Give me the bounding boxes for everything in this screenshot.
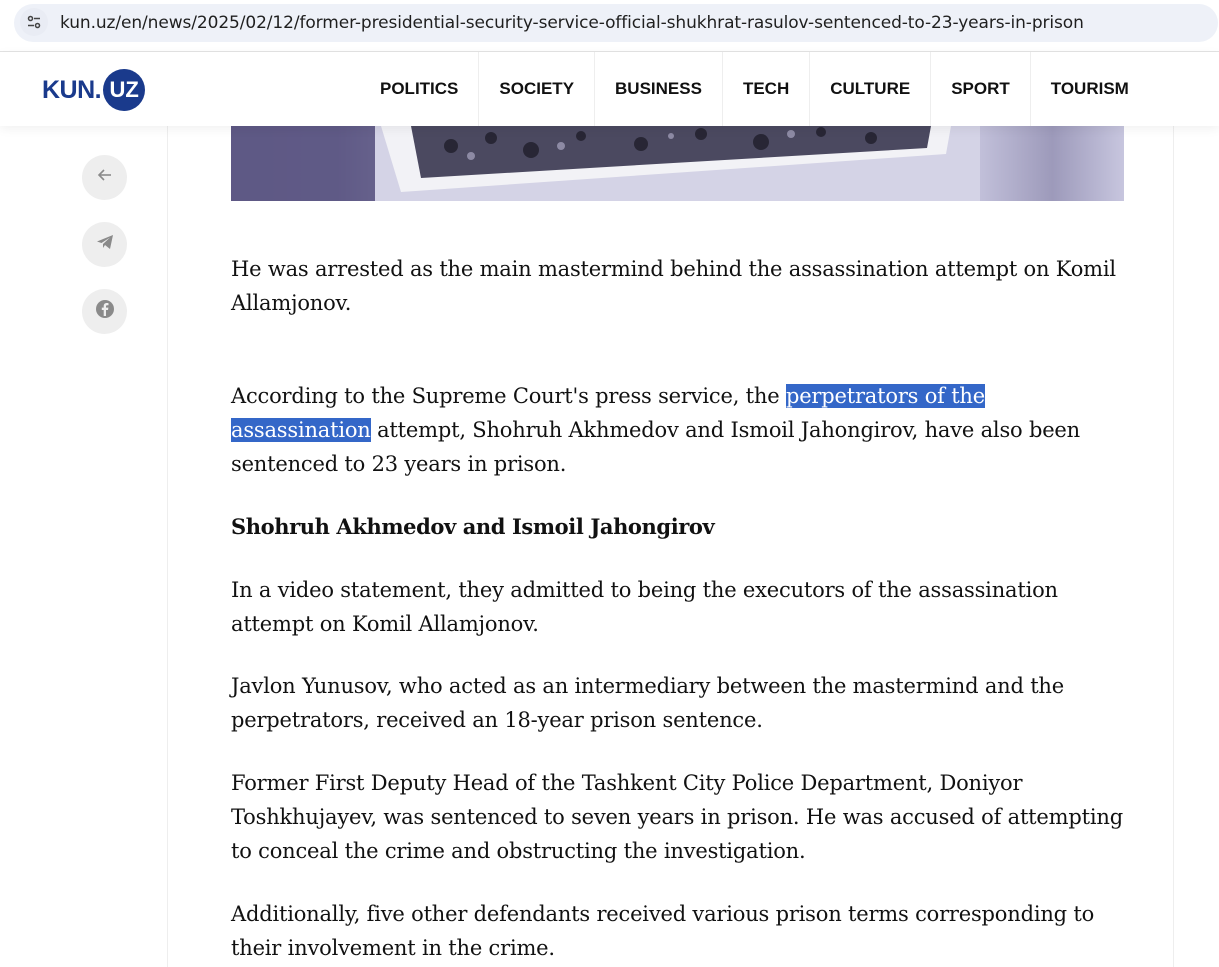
paragraph-2-before: According to the Supreme Court's press s…: [231, 384, 786, 408]
telegram-icon: [95, 232, 115, 257]
facebook-icon: [95, 299, 115, 324]
browser-address-bar: kun.uz/en/news/2025/02/12/former-preside…: [0, 0, 1219, 52]
nav-sport[interactable]: SPORT: [930, 52, 1030, 126]
paragraph-4: Javlon Yunusov, who acted as an intermed…: [231, 674, 1064, 732]
nav-business[interactable]: BUSINESS: [594, 52, 722, 126]
paragraph-1: He was arrested as the main mastermind b…: [231, 257, 1116, 315]
paragraph-6: Additionally, five other defendants rece…: [231, 902, 1095, 960]
logo-badge: UZ: [103, 69, 146, 111]
nav-culture[interactable]: CULTURE: [809, 52, 930, 126]
paragraph-3: In a video statement, they admitted to b…: [231, 578, 1058, 636]
arrow-left-icon: [96, 166, 114, 189]
paragraph-5: Former First Deputy Head of the Tashkent…: [231, 771, 1123, 863]
share-facebook-button[interactable]: [82, 289, 127, 334]
nav-tourism[interactable]: TOURISM: [1029, 52, 1149, 126]
main-nav: POLITICS SOCIETY BUSINESS TECH CULTURE S…: [360, 52, 1149, 126]
site-info-icon[interactable]: [20, 8, 48, 36]
share-sidebar: [0, 126, 168, 967]
article-subheading: Shohruh Akhmedov and Ismoil Jahongirov: [231, 514, 715, 539]
url-text[interactable]: kun.uz/en/news/2025/02/12/former-preside…: [60, 13, 1084, 33]
back-button[interactable]: [82, 155, 127, 200]
site-header: KUN. UZ POLITICS SOCIETY BUSINESS TECH C…: [0, 52, 1219, 126]
nav-tech[interactable]: TECH: [721, 52, 809, 126]
content-right-border: [1173, 126, 1174, 967]
paragraph-2: According to the Supreme Court's press s…: [231, 379, 1131, 481]
article-image: [231, 126, 1124, 201]
share-telegram-button[interactable]: [82, 222, 127, 267]
nav-society[interactable]: SOCIETY: [478, 52, 594, 126]
kun-uz-logo[interactable]: KUN. UZ: [42, 69, 146, 111]
logo-text: KUN.: [42, 75, 102, 104]
nav-politics[interactable]: POLITICS: [360, 52, 478, 126]
